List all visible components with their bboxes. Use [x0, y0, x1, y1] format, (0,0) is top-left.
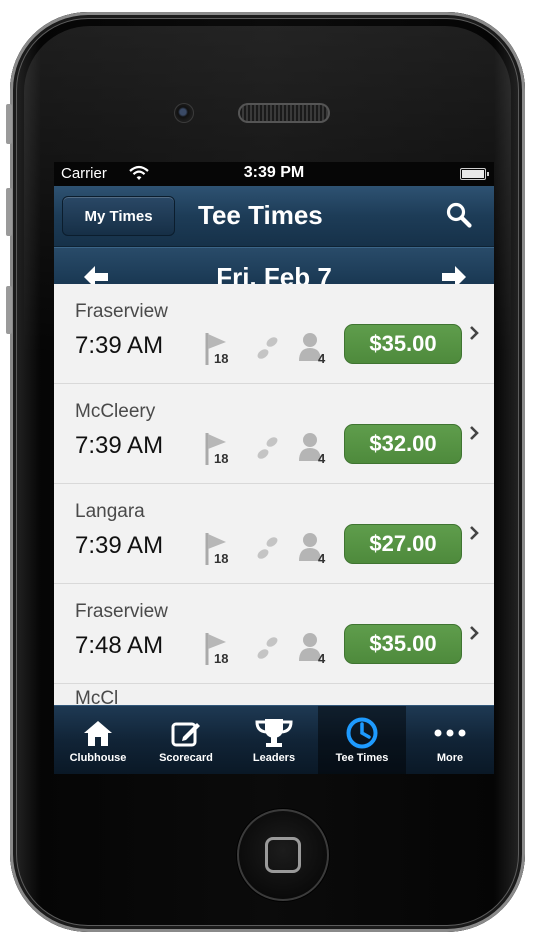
- players-count: 4: [318, 351, 326, 366]
- price-button[interactable]: $27.00: [344, 524, 462, 564]
- tab-label: Tee Times: [335, 752, 389, 764]
- holes-count: 18: [214, 451, 229, 466]
- search-icon[interactable]: [446, 202, 472, 233]
- trophy-icon: [254, 718, 294, 748]
- tab-label: More: [436, 752, 464, 764]
- status-time: 3:39 PM: [243, 164, 305, 181]
- chevron-right-icon: [468, 424, 480, 447]
- page-title: Tee Times: [198, 200, 323, 230]
- footprints-icon: [255, 434, 281, 469]
- volume-down-button: [6, 286, 12, 334]
- tab-tee-times[interactable]: Tee Times: [318, 706, 406, 774]
- tee-time: 7:39 AM: [75, 332, 164, 359]
- tab-bar: Clubhouse Scorecard Leaders Tee Times Mo…: [54, 705, 494, 774]
- my-times-button[interactable]: My Times: [62, 196, 175, 236]
- tee-time: 7:39 AM: [75, 532, 164, 559]
- ellipsis-icon: [433, 718, 467, 748]
- footprints-icon: [255, 634, 281, 669]
- home-square-icon: [265, 837, 301, 873]
- front-camera: [174, 103, 194, 123]
- players-count: 4: [318, 451, 326, 466]
- players-count: 4: [318, 651, 326, 666]
- home-button[interactable]: [237, 809, 329, 901]
- status-bar: Carrier 3:39 PM: [54, 162, 494, 186]
- tee-time-row[interactable]: McCleery 7:39 AM 18 4 $32.00: [54, 384, 494, 484]
- price-button[interactable]: $32.00: [344, 424, 462, 464]
- course-name: Langara: [75, 501, 145, 522]
- chevron-right-icon: [468, 624, 480, 647]
- ear-speaker: [238, 103, 330, 123]
- tab-label: Leaders: [252, 752, 296, 764]
- tee-time-row[interactable]: Langara 7:39 AM 18 4 $27.00: [54, 484, 494, 584]
- mute-switch: [6, 104, 12, 144]
- price-button[interactable]: $35.00: [344, 324, 462, 364]
- players-count: 4: [318, 551, 326, 566]
- tab-label: Clubhouse: [69, 752, 127, 764]
- course-name: McCleery: [75, 401, 156, 422]
- price-button[interactable]: $35.00: [344, 624, 462, 664]
- chevron-right-icon: [468, 324, 480, 347]
- holes-count: 18: [214, 551, 229, 566]
- chevron-right-icon: [468, 524, 480, 547]
- pencil-square-icon: [170, 718, 202, 748]
- clock-icon: [345, 717, 379, 749]
- navigation-bar: My Times Tee Times: [54, 186, 494, 247]
- tee-time: 7:39 AM: [75, 432, 164, 459]
- tee-time-row[interactable]: Fraserview 7:48 AM 18 4 $35.00: [54, 584, 494, 684]
- app-screen: Carrier 3:39 PM My Times Tee Times Fri,: [54, 162, 494, 774]
- holes-count: 18: [214, 651, 229, 666]
- tab-clubhouse[interactable]: Clubhouse: [54, 706, 142, 774]
- tab-more[interactable]: More: [406, 706, 494, 774]
- holes-count: 18: [214, 351, 229, 366]
- volume-up-button: [6, 188, 12, 236]
- footprints-icon: [255, 534, 281, 569]
- tab-scorecard[interactable]: Scorecard: [142, 706, 230, 774]
- tab-leaders[interactable]: Leaders: [230, 706, 318, 774]
- tee-time-row[interactable]: Fraserview 7:39 AM 18 4 $35.00: [54, 284, 494, 384]
- course-name: Fraserview: [75, 601, 168, 622]
- house-icon: [82, 718, 114, 748]
- tab-label: Scorecard: [159, 752, 213, 764]
- footprints-icon: [255, 334, 281, 369]
- battery-icon: [460, 168, 489, 180]
- tee-time: 7:48 AM: [75, 632, 164, 659]
- course-name: Fraserview: [75, 301, 168, 322]
